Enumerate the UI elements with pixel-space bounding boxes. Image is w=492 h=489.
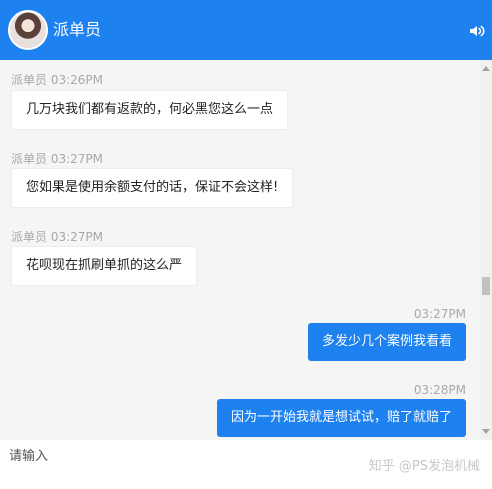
message-meta: 派单员 03:27PM (11, 151, 103, 167)
watermark: 知乎 @PS发泡机械 (368, 459, 480, 474)
sender-name: 派单员 (11, 152, 48, 166)
chat-header: 派单员 (0, 0, 492, 60)
outgoing-message: 多发少几个案例我看看 (307, 323, 466, 361)
message-time: 03:27PM (50, 152, 104, 166)
avatar[interactable] (8, 10, 48, 50)
chat-window: 派单员 派单员 03:26PM 几万块我们都有返款的，何必黑您这么一点 派单员 … (0, 0, 492, 489)
speaker-icon[interactable] (468, 22, 486, 40)
sender-name: 派单员 (11, 230, 48, 244)
message-time: 03:27PM (413, 307, 466, 321)
message-time: 03:27PM (50, 230, 104, 244)
scroll-thumb[interactable] (482, 277, 490, 295)
incoming-message: 花呗现在抓刷单抓的这么严 (11, 246, 198, 286)
outgoing-message: 因为一开始我就是想试试，赔了就赔了 (216, 399, 466, 437)
chat-title: 派单员 (53, 20, 102, 39)
scroll-up-icon[interactable] (482, 66, 490, 71)
sender-name: 派单员 (11, 73, 48, 87)
incoming-message: 几万块我们都有返款的，何必黑您这么一点 (11, 90, 289, 130)
message-meta: 派单员 03:26PM (11, 72, 103, 88)
incoming-message: 您如果是使用余额支付的话，保证不会这样! (11, 168, 294, 208)
scroll-down-icon[interactable] (482, 429, 490, 434)
message-input-area[interactable]: 请输入 知乎 @PS发泡机械 (0, 440, 492, 489)
scrollbar[interactable] (480, 60, 492, 440)
message-list[interactable]: 派单员 03:26PM 几万块我们都有返款的，何必黑您这么一点 派单员 03:2… (0, 60, 480, 440)
message-meta: 派单员 03:27PM (11, 229, 103, 245)
message-input[interactable]: 请输入 (9, 448, 48, 466)
message-time: 03:26PM (50, 73, 104, 87)
message-time: 03:28PM (413, 383, 466, 397)
